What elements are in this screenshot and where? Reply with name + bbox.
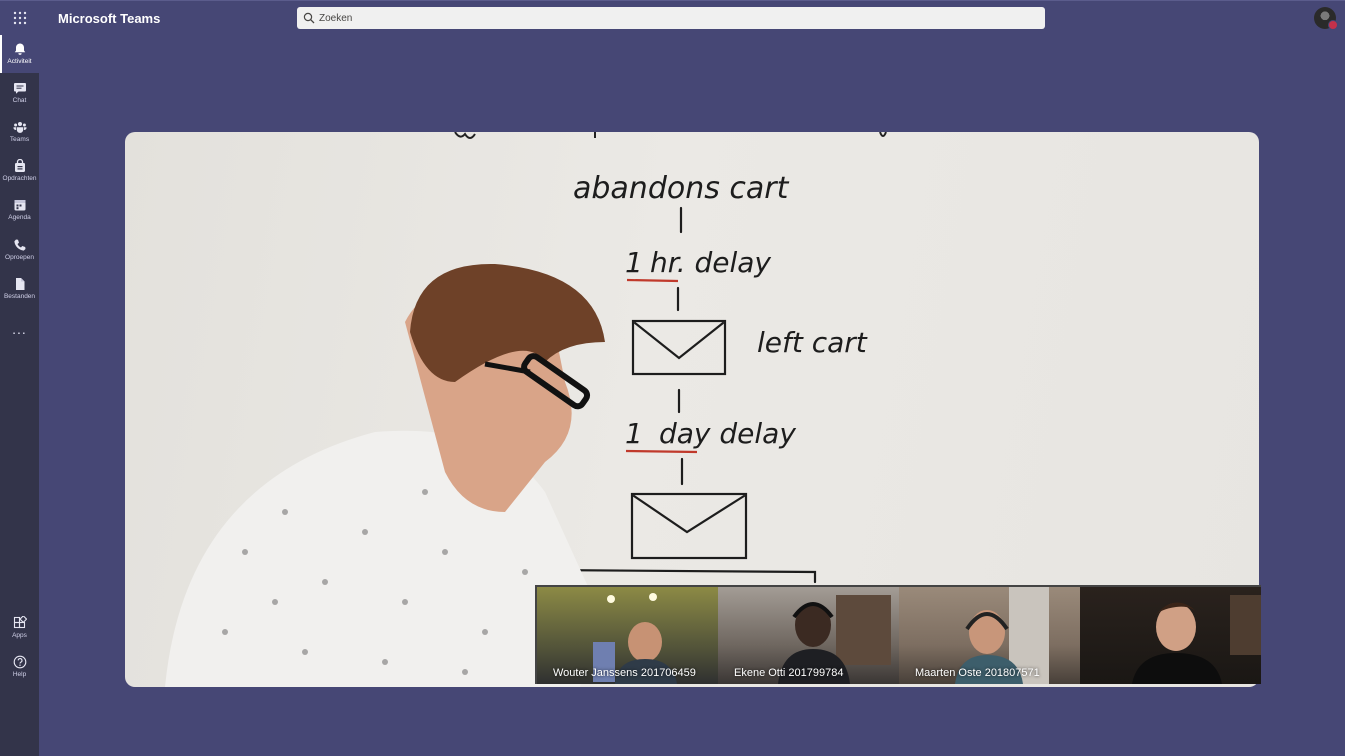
participant-name: Maarten Oste 201807571: [915, 667, 1040, 679]
rail-label: Opdrachten: [2, 175, 37, 182]
rail-item-bestanden[interactable]: Bestanden: [0, 270, 39, 308]
participant-tile[interactable]: Ekene Otti 201799784: [718, 587, 899, 684]
participant-tile[interactable]: [1080, 587, 1261, 684]
rail-label: Oproepen: [5, 254, 34, 261]
participant-video: [1132, 595, 1261, 684]
participant-name: Ekene Otti 201799784: [734, 667, 844, 679]
teams-icon: [13, 122, 26, 133]
participant-tile[interactable]: Wouter Janssens 201706459: [537, 587, 718, 684]
rail-item-oproepen[interactable]: Oproepen: [0, 231, 39, 269]
whiteboard-text-day-delay: day delay: [659, 417, 796, 450]
calendar-icon: [14, 200, 25, 211]
participant-tile[interactable]: Maarten Oste 201807571: [899, 587, 1080, 684]
rail-label: Chat: [12, 97, 27, 104]
rail-item-help[interactable]: Help: [0, 648, 39, 686]
presence-badge: [1328, 20, 1338, 30]
participant-strip: Wouter Janssens 201706459 Ekene Otti 201…: [535, 585, 1261, 684]
search-input[interactable]: [319, 12, 1045, 24]
search-box[interactable]: [297, 7, 1045, 29]
apps-icon: [13, 616, 27, 629]
rail-label: Teams: [9, 136, 30, 143]
rail-item-apps[interactable]: Apps: [0, 609, 39, 647]
avatar[interactable]: [1314, 7, 1338, 30]
rail-label: Activiteit: [7, 58, 32, 65]
app-title: Microsoft Teams: [58, 11, 161, 26]
phone-icon: [13, 239, 25, 251]
files-icon: [15, 278, 24, 290]
help-icon: [13, 655, 26, 669]
rail-label: Bestanden: [3, 293, 36, 300]
whiteboard-text-hr-delay: hr. delay: [650, 246, 771, 279]
whiteboard-text-abandons-cart: abandons cart: [573, 171, 790, 206]
rail-item-opdrachten[interactable]: Opdrachten: [0, 152, 39, 190]
whiteboard-text-hr-num: 1: [625, 246, 643, 279]
app-launcher-icon[interactable]: [13, 11, 27, 25]
more-apps-button[interactable]: ...: [0, 321, 39, 337]
bell-icon: [14, 43, 25, 55]
rail-item-activiteit[interactable]: Activiteit: [0, 35, 39, 73]
rail-label: Agenda: [8, 214, 31, 221]
assignments-icon: [14, 159, 25, 172]
whiteboard-text-left-cart: left cart: [757, 326, 868, 359]
whiteboard-text-day-num: 1: [625, 417, 643, 450]
search-icon: [303, 12, 315, 24]
rail-item-chat[interactable]: Chat: [0, 74, 39, 112]
participant-name: Wouter Janssens 201706459: [553, 667, 696, 679]
title-bar: Microsoft Teams: [0, 0, 1345, 35]
chat-icon: [13, 83, 26, 94]
app-rail: Activiteit Chat Teams Opdrachten Agenda …: [0, 35, 39, 756]
rail-item-agenda[interactable]: Agenda: [0, 191, 39, 229]
rail-label: Apps: [12, 632, 27, 639]
rail-item-teams[interactable]: Teams: [0, 113, 39, 151]
rail-label: Help: [12, 671, 27, 678]
